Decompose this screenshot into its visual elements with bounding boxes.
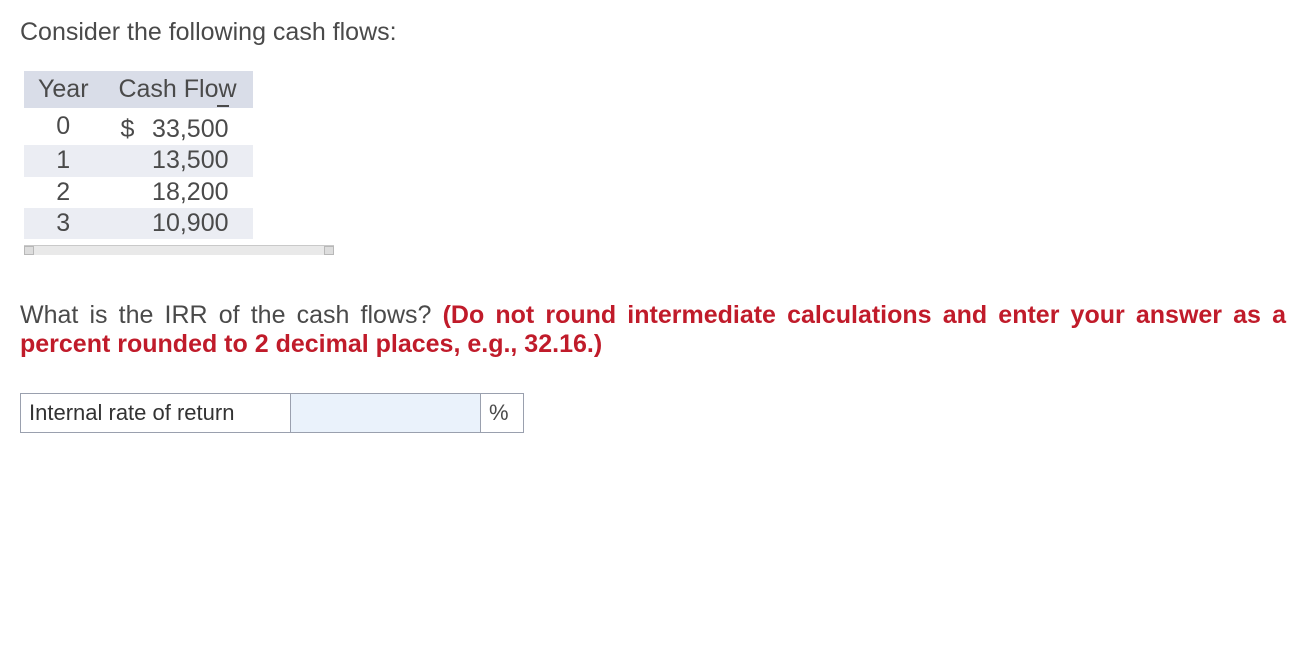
table-row: 0 $ 33,500: [24, 108, 253, 145]
amount-value: 18,200: [152, 178, 228, 206]
amount-value: 10,900: [152, 209, 228, 237]
year-cell: 3: [24, 208, 103, 239]
amount-value: 13,500: [152, 146, 228, 174]
table-row: 3 10,900: [24, 208, 253, 239]
amount-cell: 10,900: [103, 208, 253, 239]
horizontal-scrollbar[interactable]: [24, 245, 334, 255]
column-header-cashflow: Cash Flow: [103, 71, 253, 108]
amount-cell: 13,500: [103, 145, 253, 176]
answer-container: Internal rate of return %: [20, 393, 524, 433]
column-header-year: Year: [24, 71, 103, 108]
cash-flow-table: Year Cash Flow 0 $ 33,500 1 13,500 2 18,…: [24, 71, 253, 239]
minus-icon: [217, 105, 229, 107]
irr-input[interactable]: [291, 394, 481, 432]
year-cell: 1: [24, 145, 103, 176]
amount-cell: 18,200: [103, 177, 253, 208]
intro-text: Consider the following cash flows:: [20, 18, 1286, 47]
amount-value: 33,500: [152, 115, 228, 143]
scroll-right-icon[interactable]: [324, 246, 334, 255]
scroll-left-icon[interactable]: [24, 246, 34, 255]
amount-cell: $ 33,500: [103, 108, 253, 145]
question-text: What is the IRR of the cash flows? (Do n…: [20, 301, 1286, 359]
answer-unit: %: [481, 394, 523, 432]
currency-symbol: $: [121, 114, 135, 145]
year-cell: 2: [24, 177, 103, 208]
answer-label: Internal rate of return: [21, 394, 291, 432]
year-cell: 0: [24, 108, 103, 145]
question-prompt: What is the IRR of the cash flows?: [20, 301, 443, 329]
table-row: 1 13,500: [24, 145, 253, 176]
table-row: 2 18,200: [24, 177, 253, 208]
